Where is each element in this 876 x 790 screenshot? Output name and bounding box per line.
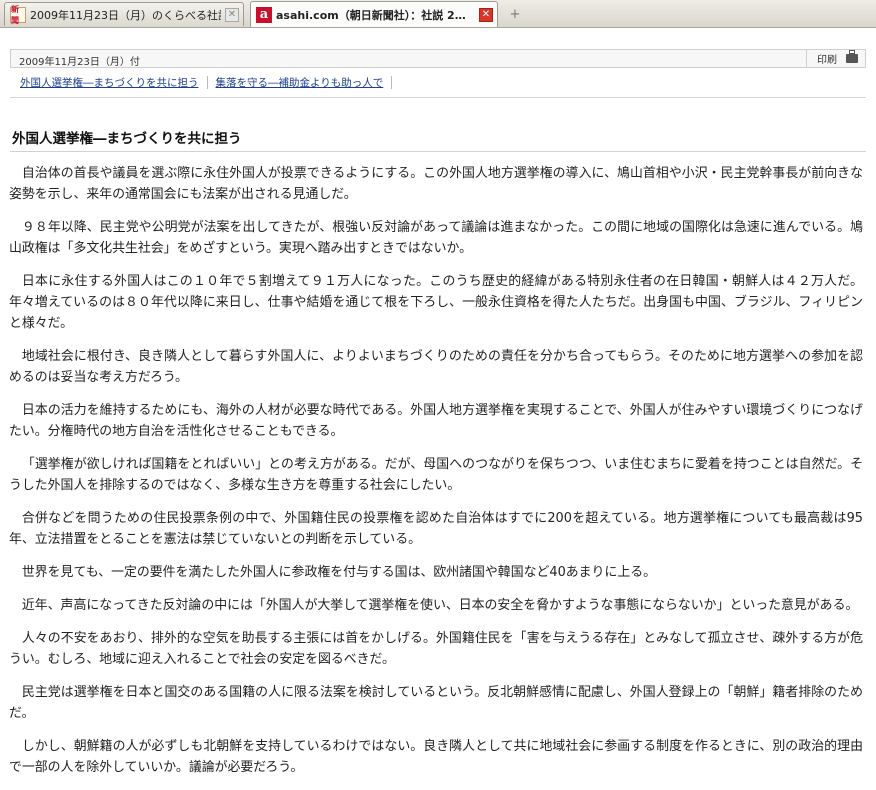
- article-body: 自治体の首長や議員を選ぶ際に永住外国人が投票できるようにする。この外国人地方選挙…: [9, 163, 863, 790]
- article-headline: 外国人選挙権―まちづくりを共に担う: [12, 131, 242, 147]
- tab-strip: 新聞 2009年11月23日（月）のくらべる社説 ：… ✕ a asahi.co…: [0, 0, 876, 28]
- print-label: 印刷: [817, 55, 837, 66]
- article-paragraph: 日本に永住する外国人はこの１０年で５割増えて９１万人になった。このうち歴史的経緯…: [9, 274, 863, 331]
- article-paragraph: 人々の不安をあおり、排外的な空気を助長する主張には首をかしげる。外国籍住民を「害…: [9, 631, 863, 667]
- toc-divider: [391, 76, 393, 89]
- close-icon[interactable]: ✕: [225, 7, 239, 22]
- divider: [10, 151, 866, 152]
- date-bar: 2009年11月23日（月）付 印刷: [10, 49, 866, 68]
- article-paragraph: 「選挙権が欲しければ国籍をとればいい」との考え方がある。だが、母国へのつながりを…: [9, 457, 863, 493]
- printer-icon: [846, 50, 858, 63]
- tab-title: asahi.com（朝日新聞社）：社説 2…: [276, 8, 466, 22]
- article-paragraph: 合併などを問うための住民投票条例の中で、外国籍住民の投票権を認めた自治体はすでに…: [9, 511, 863, 547]
- article-paragraph: 民主党は選挙権を日本と国交のある国籍の人に限る法案を検討しているという。反北朝鮮…: [9, 685, 863, 721]
- article-paragraph: 地域社会に根付き、良き隣人として暮らす外国人に、よりよいまちづくりのための責任を…: [9, 349, 863, 385]
- asahi-favicon-icon: a: [256, 6, 272, 23]
- new-tab-button[interactable]: +: [503, 4, 527, 24]
- article-paragraph: ９８年以降、民主党や公明党が法案を出してきたが、根強い反対論があって議論は進まな…: [9, 220, 863, 256]
- tab-title: 2009年11月23日（月）のくらべる社説 ：…: [30, 8, 221, 22]
- newspaper-favicon-icon: 新聞: [10, 5, 26, 25]
- article-paragraph: 近年、声高になってきた反対論の中には「外国人が大挙して選挙権を使い、日本の安全を…: [21, 598, 859, 613]
- close-icon[interactable]: ✕: [479, 7, 493, 22]
- toc-link-village[interactable]: 集落を守る―補助金よりも助っ人で: [216, 75, 384, 90]
- print-button[interactable]: 印刷: [806, 50, 868, 67]
- article-paragraph: 世界を見ても、一定の要件を満たした外国人に参政権を付与する国は、欧州諸国や韓国な…: [21, 565, 657, 580]
- article-paragraph: 自治体の首長や議員を選ぶ際に永住外国人が投票できるようにする。この外国人地方選挙…: [9, 166, 863, 202]
- divider: [10, 97, 866, 98]
- tab-kuraberu[interactable]: 新聞 2009年11月23日（月）のくらべる社説 ：… ✕: [4, 2, 244, 26]
- toc-link-foreign-suffrage[interactable]: 外国人選挙権―まちづくりを共に担う: [20, 75, 199, 90]
- article-date: 2009年11月23日（月）付: [19, 57, 140, 68]
- editorial-toc: 外国人選挙権―まちづくりを共に担う 集落を守る―補助金よりも助っ人で: [20, 75, 400, 90]
- toc-divider: [206, 76, 208, 89]
- article-paragraph: しかし、朝鮮籍の人が必ずしも北朝鮮を支持しているわけではない。良き隣人として共に…: [9, 739, 863, 775]
- tab-asahi[interactable]: a asahi.com（朝日新聞社）：社説 2… ✕: [250, 1, 498, 27]
- article-paragraph: 日本の活力を維持するためにも、海外の人材が必要な時代である。外国人地方選挙権を実…: [9, 403, 863, 439]
